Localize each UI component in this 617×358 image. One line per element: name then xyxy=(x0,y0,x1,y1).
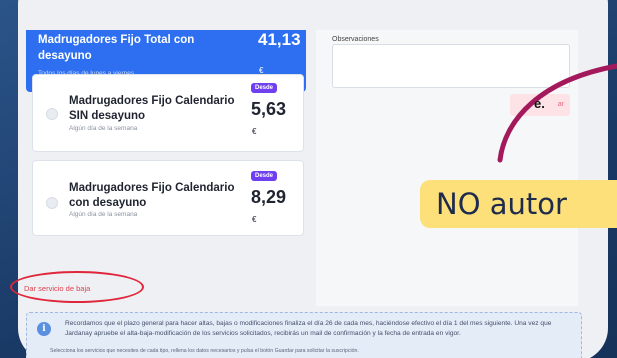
service-name: Madrugadores Fijo Total con desayuno xyxy=(38,34,195,62)
radio-button[interactable] xyxy=(46,197,58,209)
instructions-text: Selecciona los servicios que necesites d… xyxy=(50,348,359,354)
service-subtitle: Algún día de la semana xyxy=(69,211,138,218)
observations-label: Observaciones xyxy=(332,36,379,43)
service-price: 41,13 xyxy=(258,30,301,49)
observations-panel: Observaciones ar xyxy=(316,30,578,306)
annotation-bubble: NO autor xyxy=(420,180,617,228)
service-price: 8,29 xyxy=(251,187,287,207)
radio-button[interactable] xyxy=(46,108,58,120)
currency-symbol: € xyxy=(252,127,257,136)
info-text: Recordamos que el plazo general para hac… xyxy=(65,320,552,337)
info-icon: i xyxy=(37,322,51,336)
observations-textarea[interactable] xyxy=(332,44,570,88)
currency-symbol: € xyxy=(252,215,257,224)
service-name: Madrugadores Fijo Calendario con desayun… xyxy=(69,182,235,209)
service-price: 5,63 xyxy=(251,99,287,119)
service-subtitle: Algún día de la semana xyxy=(69,125,138,132)
highlight-circle xyxy=(10,271,144,303)
service-card[interactable]: Madrugadores Fijo Calendario con desayun… xyxy=(32,160,304,236)
annotation-e-label: e. xyxy=(534,96,545,111)
desde-badge: Desde xyxy=(251,171,278,181)
desde-badge: Desde xyxy=(251,83,278,93)
service-name: Madrugadores Fijo Calendario SIN desayun… xyxy=(69,95,235,122)
annotation-bubble-text: NO autor xyxy=(436,187,567,221)
service-card[interactable]: Madrugadores Fijo Calendario SIN desayun… xyxy=(32,74,304,152)
